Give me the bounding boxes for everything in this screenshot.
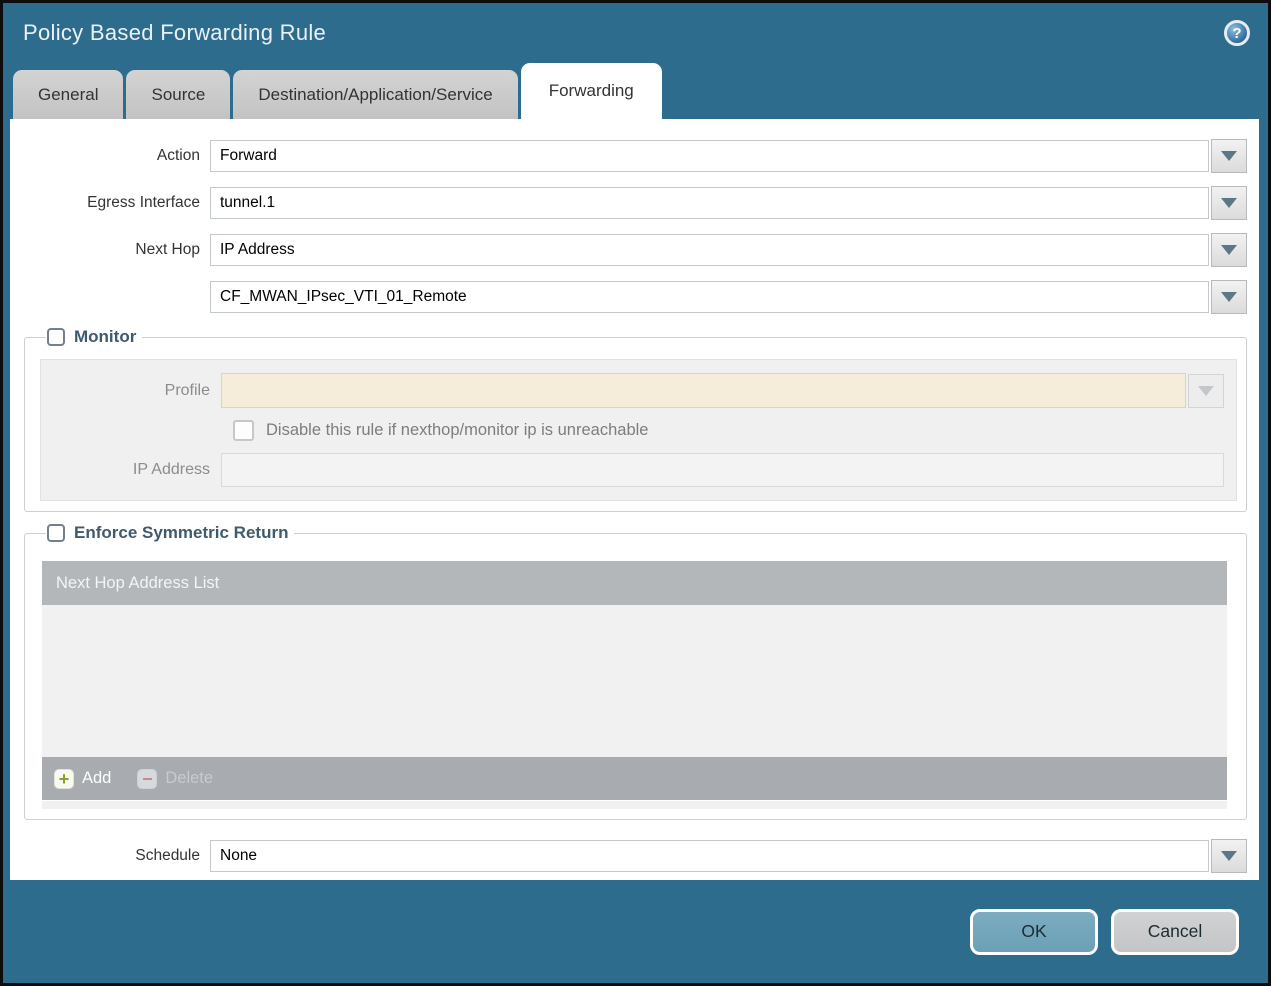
enforce-symmetric-return-group: Enforce Symmetric Return Next Hop Addres… [24,523,1247,820]
schedule-label: Schedule [135,847,200,864]
profile-field [221,373,1186,408]
egress-interface-field[interactable]: tunnel.1 [210,187,1209,219]
chevron-down-icon [1221,292,1237,302]
forwarding-tab-content: Action Forward Egress Interface tunnel.1… [10,119,1259,880]
monitor-legend-label: Monitor [74,327,137,346]
policy-based-forwarding-dialog: Policy Based Forwarding Rule ? General S… [0,0,1271,986]
tab-source[interactable]: Source [126,70,231,119]
table-scrollbar [42,801,1227,809]
enforce-symmetric-return-checkbox[interactable] [47,524,65,542]
enforce-symmetric-return-legend: Enforce Symmetric Return [46,523,294,543]
chevron-down-icon [1221,245,1237,255]
monitor-panel: Profile Disable this rule if nexthop/mon… [40,359,1237,501]
next-hop-address-list-table: Next Hop Address List + Add − Delete [42,561,1227,800]
titlebar: Policy Based Forwarding Rule ? [3,3,1268,63]
next-hop-address-field[interactable]: CF_MWAN_IPsec_VTI_01_Remote [210,281,1209,313]
tab-general[interactable]: General [13,70,124,119]
delete-button-label: Delete [165,769,214,787]
next-hop-type-field[interactable]: IP Address [210,234,1209,266]
next-hop-type-dropdown-button[interactable] [1211,233,1247,267]
action-field[interactable]: Forward [210,140,1209,172]
schedule-field[interactable]: None [210,840,1209,872]
next-hop-address-dropdown-button[interactable] [1211,280,1247,314]
enforce-symmetric-return-legend-label: Enforce Symmetric Return [74,523,289,542]
delete-button: − Delete [137,768,214,789]
delete-icon: − [137,768,158,789]
profile-dropdown-button [1188,373,1224,408]
add-button[interactable]: + Add [54,768,112,789]
action-label: Action [156,147,200,164]
monitor-ip-address-field [221,453,1224,487]
cancel-button[interactable]: Cancel [1111,908,1239,955]
ok-button[interactable]: OK [970,908,1098,955]
action-dropdown-button[interactable] [1211,139,1247,173]
tab-forwarding[interactable]: Forwarding [520,63,662,119]
monitor-ip-address-label: IP Address [132,461,210,478]
monitor-checkbox[interactable] [47,328,65,346]
monitor-group: Monitor Profile Disable this rule if nex… [24,327,1247,512]
schedule-dropdown-button[interactable] [1211,839,1247,873]
next-hop-label: Next Hop [135,241,200,258]
tab-destination-application-service[interactable]: Destination/Application/Service [233,70,518,119]
add-button-label: Add [82,769,112,787]
table-body [42,605,1227,757]
dialog-title: Policy Based Forwarding Rule [23,20,327,45]
chevron-down-icon [1198,385,1214,396]
disable-rule-checkbox [233,420,254,441]
table-header-label: Next Hop Address List [56,573,220,592]
table-footer: + Add − Delete [42,757,1227,800]
tab-bar: General Source Destination/Application/S… [3,63,1268,119]
chevron-down-icon [1221,198,1237,208]
profile-label: Profile [164,381,210,399]
monitor-legend: Monitor [46,327,142,347]
egress-interface-dropdown-button[interactable] [1211,186,1247,220]
chevron-down-icon [1221,151,1237,161]
egress-interface-label: Egress Interface [87,194,200,211]
chevron-down-icon [1221,851,1237,861]
help-icon[interactable]: ? [1224,20,1250,46]
table-header: Next Hop Address List [42,561,1227,605]
dialog-footer: OK Cancel [3,880,1268,983]
add-icon: + [54,768,74,789]
disable-rule-label: Disable this rule if nexthop/monitor ip … [266,421,649,439]
